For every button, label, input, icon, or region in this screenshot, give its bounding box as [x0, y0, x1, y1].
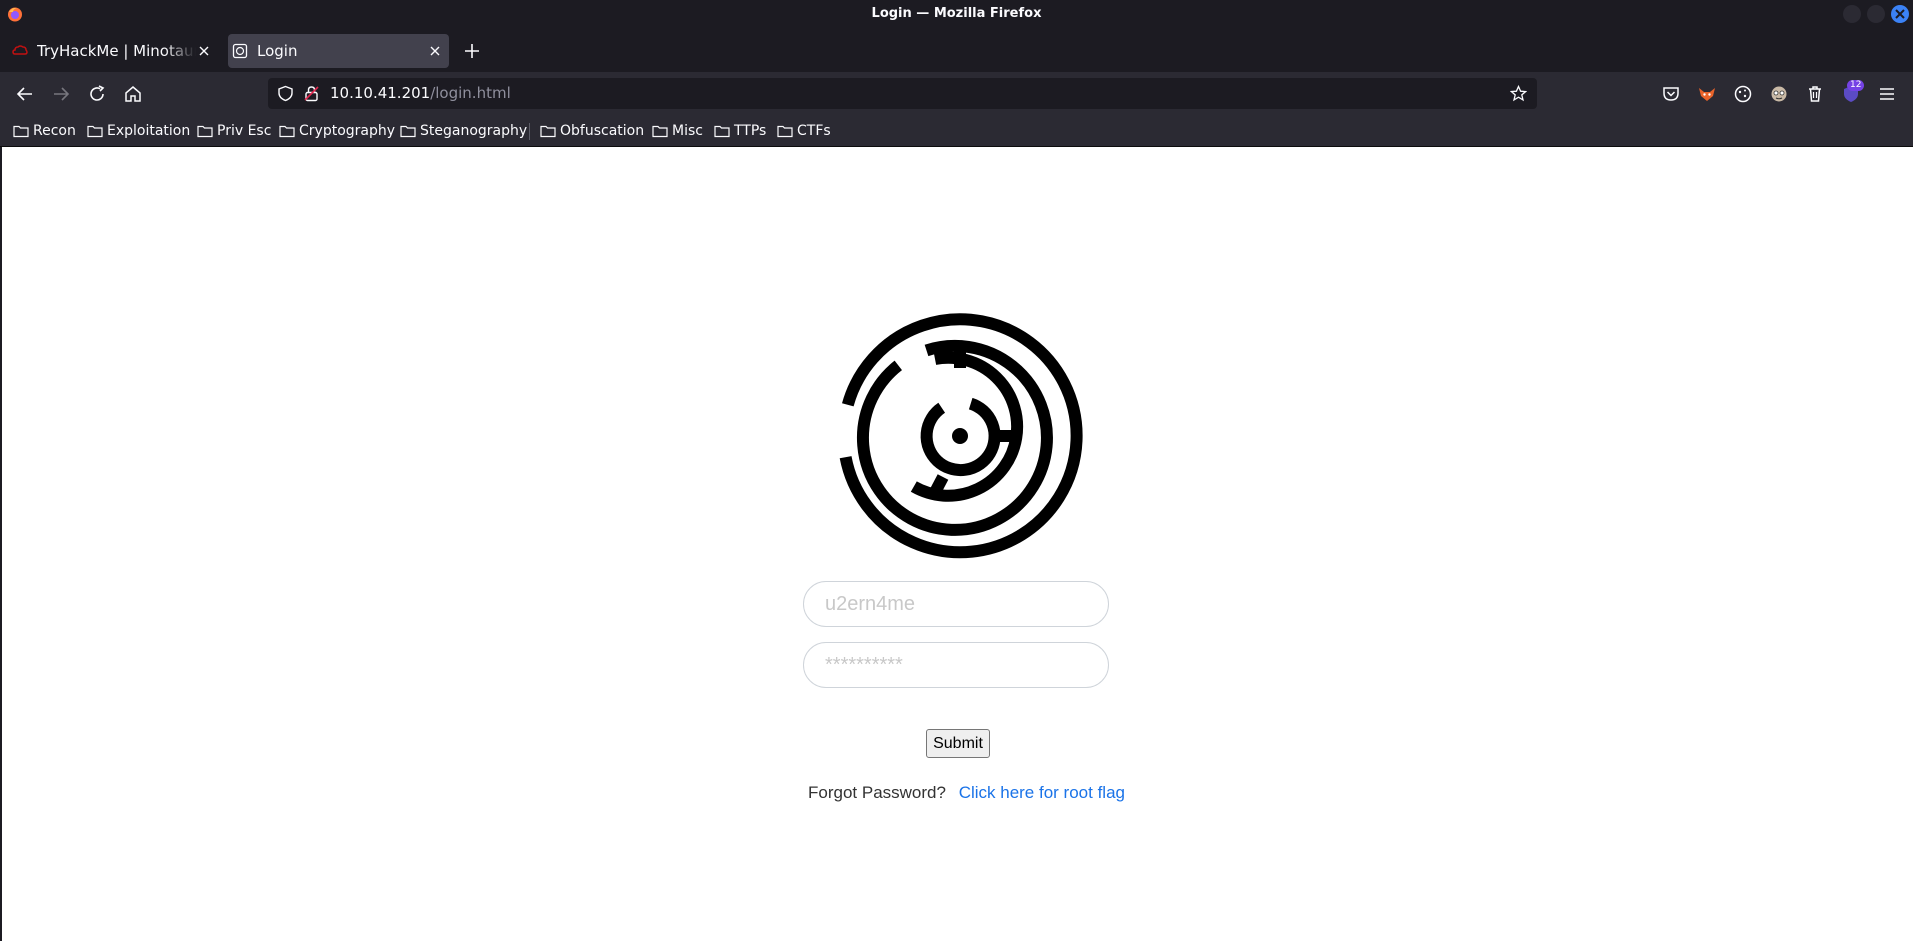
- bookmark-steganography[interactable]: Steganography: [400, 120, 527, 142]
- forward-arrow-icon[interactable]: [51, 84, 71, 104]
- extension-face-icon[interactable]: [1769, 84, 1789, 104]
- folder-icon: [540, 125, 556, 138]
- bookmark-obfuscation[interactable]: Obfuscation: [540, 120, 644, 142]
- tab-strip: TryHackMe | Minotaur's Labyrinth Login: [0, 29, 1913, 72]
- url-path: /login.html: [430, 84, 511, 102]
- url-host: 10.10.41.201: [330, 84, 431, 102]
- bookmark-star-icon[interactable]: [1510, 85, 1527, 102]
- bookmark-label: CTFs: [797, 123, 831, 139]
- forgot-password-row: Forgot Password? Click here for root fla…: [808, 783, 1125, 803]
- tab-label: TryHackMe | Minotaur's Labyrinth: [37, 42, 196, 60]
- url-text[interactable]: 10.10.41.201/login.html: [330, 84, 511, 102]
- minimize-button[interactable]: [1843, 5, 1861, 23]
- bookmark-label: Obfuscation: [560, 123, 645, 139]
- tracking-shield-icon[interactable]: [277, 85, 294, 102]
- bookmark-label: TTPs: [734, 123, 767, 139]
- bookmarks-toolbar: Recon Exploitation Priv Esc Cryptography…: [0, 116, 1913, 147]
- bookmark-ctfs[interactable]: CTFs: [777, 120, 831, 142]
- bookmark-separator: [529, 123, 530, 140]
- insecure-lock-icon[interactable]: [303, 85, 320, 102]
- home-icon[interactable]: [123, 84, 143, 104]
- back-arrow-icon[interactable]: [15, 84, 35, 104]
- bookmark-cryptography[interactable]: Cryptography: [279, 120, 395, 142]
- extension-badge: 12: [1847, 80, 1865, 91]
- folder-icon: [652, 125, 668, 138]
- pocket-icon[interactable]: [1661, 84, 1681, 104]
- folder-icon: [400, 125, 416, 138]
- page-icon: [232, 43, 248, 59]
- navigation-toolbar: 10.10.41.201/login.html 12: [0, 72, 1913, 116]
- bookmark-label: Priv Esc: [217, 123, 272, 139]
- window-close-button[interactable]: [1891, 5, 1909, 23]
- tab-label: Login: [257, 42, 298, 60]
- bookmark-label: Exploitation: [107, 123, 191, 139]
- bookmark-recon[interactable]: Recon: [13, 120, 76, 142]
- close-icon: [1895, 9, 1905, 19]
- foxyproxy-icon[interactable]: [1697, 84, 1717, 104]
- forgot-password-text: Forgot Password?: [808, 783, 946, 802]
- new-tab-plus-icon[interactable]: [462, 41, 482, 61]
- bookmark-label: Misc: [672, 123, 703, 139]
- tab-tryhackme[interactable]: TryHackMe | Minotaur's Labyrinth: [8, 34, 218, 68]
- bookmark-label: Recon: [33, 123, 76, 139]
- window-title: Login — Mozilla Firefox: [871, 6, 1042, 21]
- window-titlebar: Login — Mozilla Firefox: [0, 0, 1913, 29]
- password-input[interactable]: [803, 642, 1109, 688]
- cookie-editor-icon[interactable]: [1733, 84, 1753, 104]
- folder-icon: [13, 125, 29, 138]
- submit-button[interactable]: Submit: [926, 729, 990, 758]
- bookmark-misc[interactable]: Misc: [652, 120, 703, 142]
- username-input[interactable]: [803, 581, 1109, 627]
- bookmark-exploitation[interactable]: Exploitation: [87, 120, 190, 142]
- tryhackme-icon: [12, 45, 28, 55]
- bookmark-label: Cryptography: [299, 123, 396, 139]
- folder-icon: [87, 125, 103, 138]
- folder-icon: [279, 125, 295, 138]
- bookmark-label: Steganography: [420, 123, 528, 139]
- hamburger-menu-icon[interactable]: [1877, 84, 1897, 104]
- root-flag-link[interactable]: Click here for root flag: [959, 783, 1125, 802]
- bookmark-ttps[interactable]: TTPs: [714, 120, 766, 142]
- close-tab-icon[interactable]: [196, 43, 212, 59]
- reload-icon[interactable]: [87, 84, 107, 104]
- bookmark-priv-esc[interactable]: Priv Esc: [197, 120, 271, 142]
- address-bar[interactable]: 10.10.41.201/login.html: [268, 78, 1537, 109]
- folder-icon: [197, 125, 213, 138]
- page-content: Submit Forgot Password? Click here for r…: [2, 147, 1913, 941]
- close-tab-icon[interactable]: [427, 43, 443, 59]
- folder-icon: [777, 125, 793, 138]
- folder-icon: [714, 125, 730, 138]
- labyrinth-logo-icon: [839, 313, 1083, 559]
- tab-login[interactable]: Login: [228, 34, 449, 68]
- trash-icon[interactable]: [1805, 84, 1825, 104]
- maximize-button[interactable]: [1867, 5, 1885, 23]
